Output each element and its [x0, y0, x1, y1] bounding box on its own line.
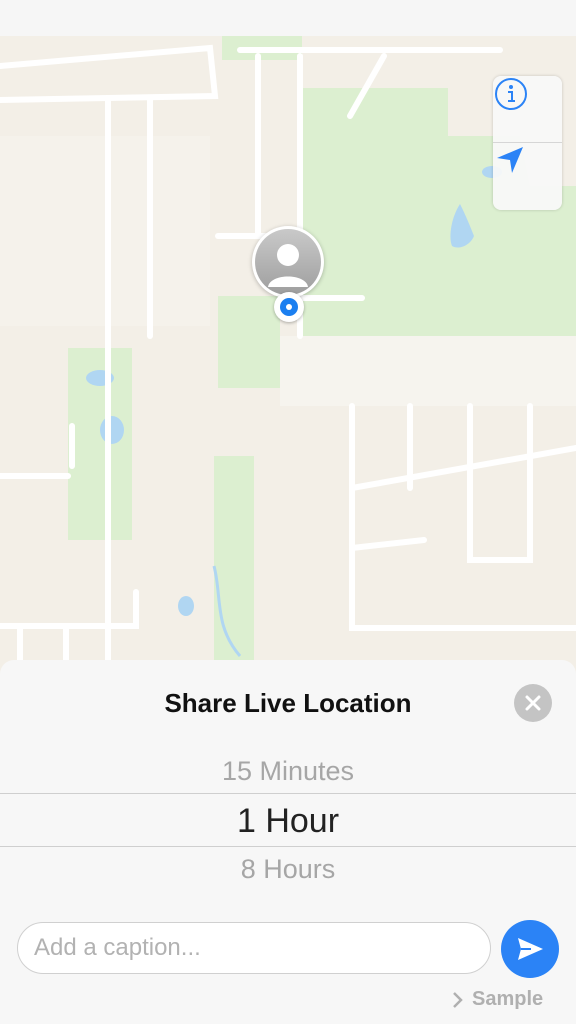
duration-option-selected[interactable]: 1 Hour: [0, 802, 576, 841]
caption-input[interactable]: [17, 922, 491, 974]
location-arrow-icon: [497, 147, 523, 173]
close-button[interactable]: [514, 684, 552, 722]
map-background: [0, 36, 576, 676]
sample-link[interactable]: Sample: [452, 988, 543, 1011]
map-info-button[interactable]: [493, 76, 562, 143]
duration-option-next[interactable]: 8 Hours: [0, 854, 576, 885]
picker-divider-bottom: [0, 846, 576, 847]
user-location-dot: [274, 292, 304, 322]
avatar: [255, 229, 321, 295]
sheet-title: Share Live Location: [164, 688, 412, 718]
status-bar: [0, 0, 576, 36]
info-circle-icon: [495, 78, 527, 110]
map-controls: [493, 76, 562, 210]
chevron-right-icon: [453, 991, 463, 1008]
current-location-button[interactable]: [493, 143, 562, 209]
send-button[interactable]: [501, 920, 559, 978]
duration-option-previous[interactable]: 15 Minutes: [0, 756, 576, 787]
duration-picker[interactable]: 15 Minutes 1 Hour 8 Hours: [0, 746, 576, 896]
send-icon: [518, 938, 543, 960]
contact-avatar-pin[interactable]: [252, 226, 324, 298]
close-icon: [525, 695, 541, 711]
sample-label: Sample: [472, 988, 544, 1010]
picker-divider-top: [0, 793, 576, 794]
person-icon: [268, 244, 308, 287]
share-location-sheet: Share Live Location 15 Minutes 1 Hour 8 …: [0, 660, 576, 1024]
map-view[interactable]: [0, 36, 576, 676]
